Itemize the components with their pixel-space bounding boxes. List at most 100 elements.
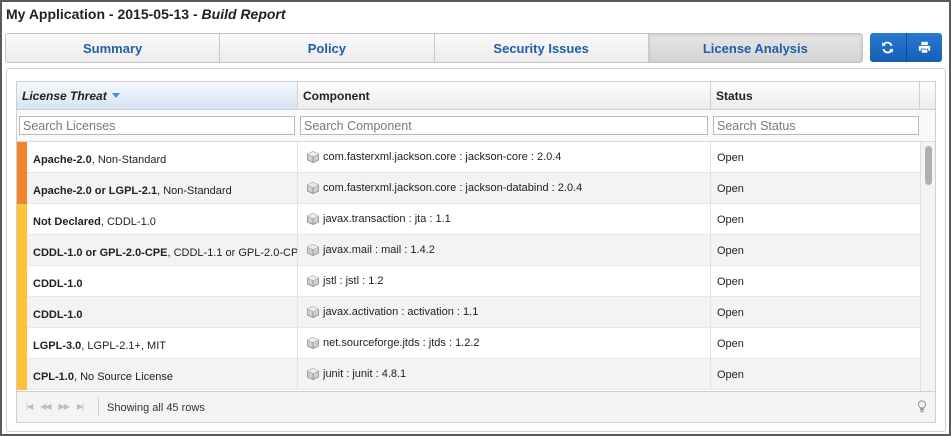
grid-footer: |◀ ◀◀ ▶▶ ▶| Showing all 45 rows [17, 391, 935, 422]
filter-cell-status [711, 110, 920, 141]
row-count-label: Showing all 45 rows [107, 402, 205, 414]
component-cell: javax.transaction : jta : 1.1 [298, 204, 711, 235]
title-sub: Build Report [201, 6, 286, 22]
component-coordinates: com.fasterxml.jackson.core : jackson-dat… [323, 182, 583, 194]
component-coordinates: junit : junit : 4.8.1 [323, 368, 407, 380]
report-window: My Application - 2015-05-13 - Build Repo… [0, 0, 951, 436]
column-status[interactable]: Status [711, 82, 920, 109]
status-value: Open [717, 245, 744, 257]
tab-summary[interactable]: Summary [6, 34, 221, 62]
component-coordinates: javax.transaction : jta : 1.1 [323, 213, 451, 225]
component-coordinates: javax.activation : activation : 1.1 [323, 306, 479, 318]
component-icon [307, 182, 319, 194]
license-cell: CDDL-1.0 or GPL-2.0-CPE, CDDL-1.1 or GPL… [17, 235, 298, 266]
sort-desc-icon [111, 93, 120, 98]
license-primary: Apache-2.0 or LGPL-2.1 [33, 185, 158, 197]
threat-level-bar [17, 297, 27, 328]
pager: |◀ ◀◀ ▶▶ ▶| [26, 402, 91, 411]
table-row[interactable]: Apache-2.0 or LGPL-2.1, Non-Standard com.… [17, 173, 920, 204]
status-cell: Open [711, 297, 920, 328]
component-icon [307, 275, 319, 287]
search-status-input[interactable] [713, 116, 919, 135]
license-grid: License Threat Component Status Apache-2… [16, 81, 936, 423]
license-cell: CDDL-1.0 [17, 266, 298, 297]
license-primary: Not Declared [33, 216, 101, 228]
filter-cell-component [298, 110, 711, 141]
next-page-icon[interactable]: ▶▶ [59, 402, 70, 411]
print-icon [918, 41, 930, 54]
threat-level-bar [17, 359, 27, 390]
table-row[interactable]: CDDL-1.0 or GPL-2.0-CPE, CDDL-1.1 or GPL… [17, 235, 920, 266]
title-main: My Application - 2015-05-13 - [6, 6, 202, 22]
table-row[interactable]: Not Declared, CDDL-1.0 javax.transaction … [17, 204, 920, 235]
status-cell: Open [711, 359, 920, 390]
table-row[interactable]: CDDL-1.0 jstl : jstl : 1.2 Open [17, 266, 920, 297]
tab-policy[interactable]: Policy [220, 34, 435, 62]
license-primary: CDDL-1.0 [33, 309, 83, 321]
prev-page-icon[interactable]: ◀◀ [40, 402, 51, 411]
status-cell: Open [711, 142, 920, 173]
table-row[interactable]: Apache-2.0, Non-Standard com.fasterxml.ja… [17, 142, 920, 173]
column-component[interactable]: Component [298, 82, 711, 109]
column-license-threat-label: License Threat [22, 88, 107, 103]
component-cell: javax.mail : mail : 1.4.2 [298, 235, 711, 266]
component-icon [307, 213, 319, 225]
refresh-button[interactable] [870, 33, 906, 62]
status-value: Open [717, 369, 744, 381]
license-primary: LGPL-3.0 [33, 340, 82, 352]
filter-cell-licenses [17, 110, 298, 141]
tab-license-analysis[interactable]: License Analysis [648, 34, 862, 62]
page-title: My Application - 2015-05-13 - Build Repo… [6, 6, 286, 22]
component-coordinates: javax.mail : mail : 1.4.2 [323, 244, 435, 256]
component-icon [307, 151, 319, 163]
license-secondary: , LGPL-2.1+, MIT [81, 340, 166, 352]
license-primary: Apache-2.0 [33, 154, 92, 166]
table-row[interactable]: LGPL-3.0, LGPL-2.1+, MIT net.sourceforge.… [17, 328, 920, 359]
license-secondary: , Non-Standard [91, 154, 167, 166]
license-cell: Not Declared, CDDL-1.0 [17, 204, 298, 235]
table-row[interactable]: CDDL-1.0 javax.activation : activation : … [17, 297, 920, 328]
threat-level-bar [17, 173, 27, 204]
license-primary: CDDL-1.0 [33, 278, 83, 290]
status-cell: Open [711, 204, 920, 235]
license-secondary: , No Source License [73, 371, 174, 383]
license-secondary: , CDDL-1.1 or GPL-2.0-CP [167, 247, 298, 259]
tab-security-issues[interactable]: Security Issues [434, 34, 649, 62]
first-page-icon[interactable]: |◀ [26, 402, 33, 411]
search-component-input[interactable] [300, 116, 708, 135]
column-component-label: Component [303, 88, 370, 103]
component-icon [307, 244, 319, 256]
status-value: Open [717, 214, 744, 226]
license-cell: CPL-1.0, No Source License [17, 359, 298, 390]
license-cell: Apache-2.0 or LGPL-2.1, Non-Standard [17, 173, 298, 204]
status-value: Open [717, 276, 744, 288]
license-cell: LGPL-3.0, LGPL-2.1+, MIT [17, 328, 298, 359]
component-coordinates: com.fasterxml.jackson.core : jackson-cor… [323, 151, 562, 163]
threat-level-bar [17, 235, 27, 266]
print-button[interactable] [905, 33, 942, 62]
component-cell: com.fasterxml.jackson.core : jackson-dat… [298, 173, 711, 204]
component-cell: jstl : jstl : 1.2 [298, 266, 711, 297]
vertical-scrollbar[interactable] [920, 142, 935, 391]
license-cell: Apache-2.0, Non-Standard [17, 142, 298, 173]
component-icon [307, 337, 319, 349]
last-page-icon[interactable]: ▶| [77, 402, 84, 411]
status-value: Open [717, 183, 744, 195]
table-row[interactable]: CPL-1.0, No Source License junit : junit … [17, 359, 920, 390]
status-cell: Open [711, 173, 920, 204]
search-licenses-input[interactable] [19, 116, 295, 135]
status-cell: Open [711, 266, 920, 297]
status-value: Open [717, 152, 744, 164]
column-license-threat[interactable]: License Threat [17, 82, 298, 109]
component-coordinates: jstl : jstl : 1.2 [323, 275, 384, 287]
status-value: Open [717, 307, 744, 319]
report-tabs: Summary Policy Security Issues License A… [5, 33, 863, 63]
threat-level-bar [17, 328, 27, 359]
status-value: Open [717, 338, 744, 350]
license-secondary: , CDDL-1.0 [100, 216, 156, 228]
threat-level-bar [17, 204, 27, 235]
lightbulb-icon[interactable] [917, 400, 927, 413]
scrollbar-thumb[interactable] [925, 146, 932, 185]
toolbar-buttons [870, 33, 942, 62]
grid-body: Apache-2.0, Non-Standard com.fasterxml.ja… [17, 142, 920, 391]
